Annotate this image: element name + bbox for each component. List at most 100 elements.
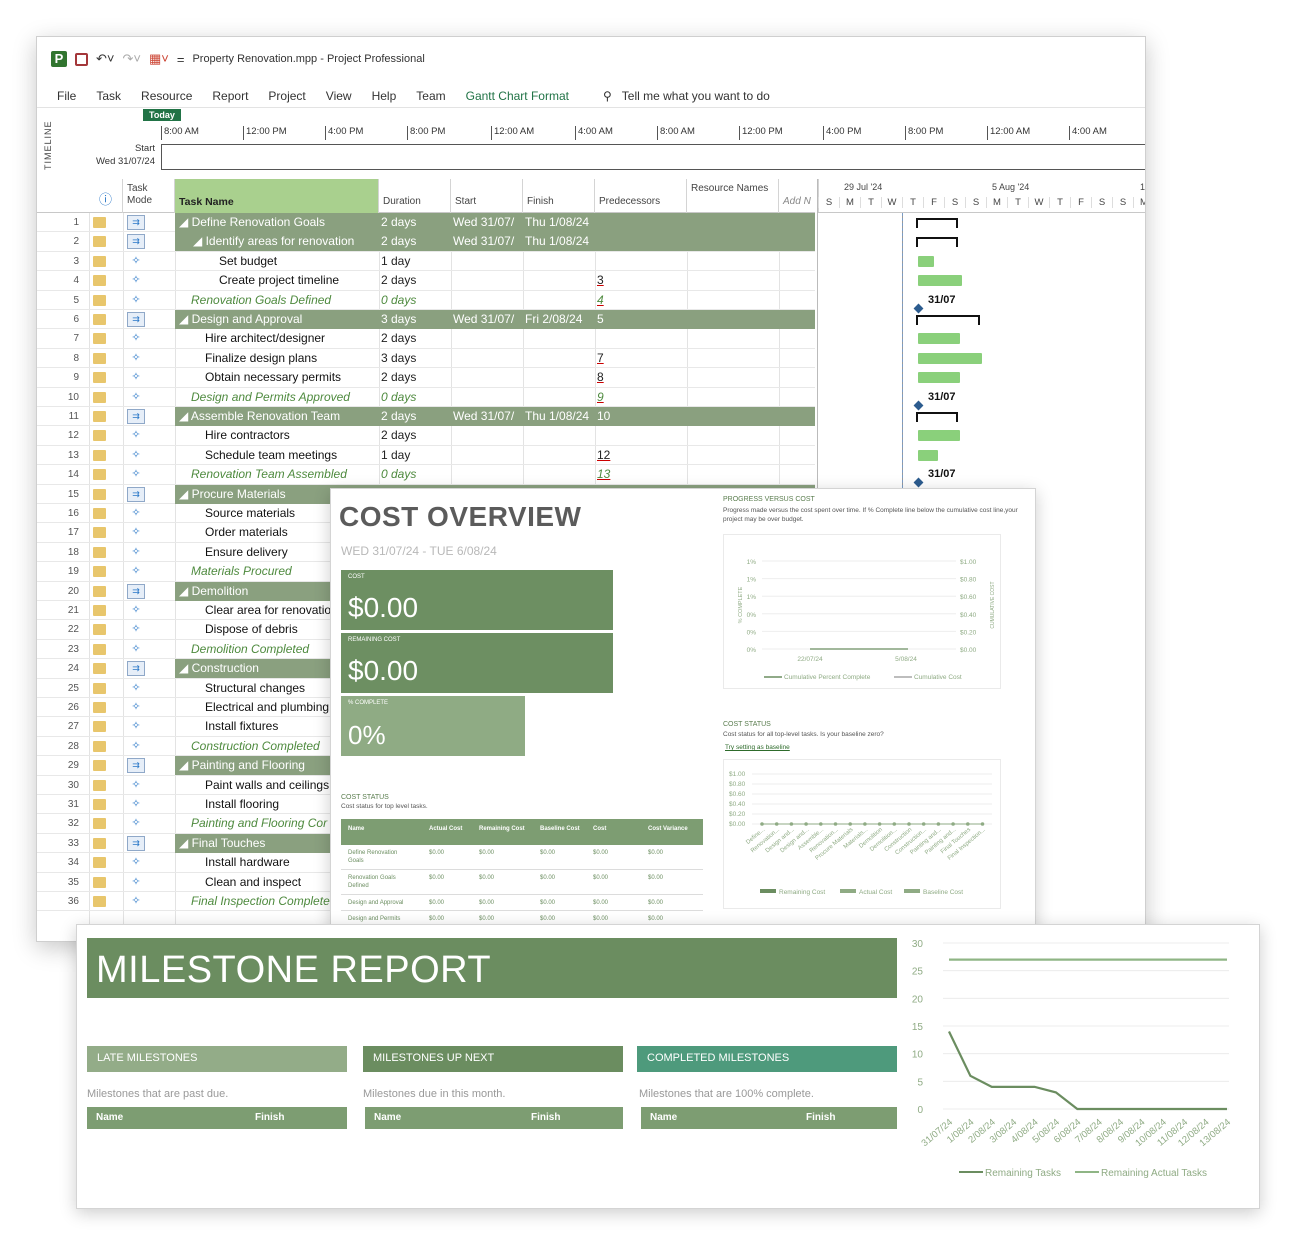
table-row[interactable]: 2 ⇉ ◢ Identify areas for renovation 2 days W…: [37, 232, 815, 252]
finish-cell[interactable]: [525, 368, 595, 387]
manual-task-icon[interactable]: ✧: [127, 853, 145, 872]
duration-cell[interactable]: 2 days: [381, 426, 451, 445]
duration-cell[interactable]: 3 days: [381, 310, 451, 329]
duration-cell[interactable]: 2 days: [381, 271, 451, 290]
duration-header[interactable]: Duration: [379, 179, 451, 213]
table-row[interactable]: 13 ✧ Schedule team meetings 1 day 12: [37, 446, 815, 466]
customize-icon[interactable]: =: [177, 52, 185, 67]
predecessors-header[interactable]: Predecessors: [595, 179, 687, 213]
duration-cell[interactable]: 0 days: [381, 291, 451, 310]
task-name-cell[interactable]: Renovation Goals Defined: [177, 291, 381, 310]
predecessors-cell[interactable]: 9: [597, 388, 627, 407]
task-name-cell[interactable]: Schedule team meetings: [177, 446, 381, 465]
manual-task-icon[interactable]: ✧: [127, 465, 145, 484]
finish-cell[interactable]: [525, 388, 595, 407]
predecessors-cell[interactable]: 13: [597, 465, 627, 484]
finish-cell[interactable]: [525, 426, 595, 445]
manual-task-icon[interactable]: ✧: [127, 620, 145, 639]
task-name-cell[interactable]: Create project timeline: [177, 271, 381, 290]
start-cell[interactable]: [453, 368, 523, 387]
tab-resource[interactable]: Resource: [141, 89, 192, 103]
start-cell[interactable]: [453, 271, 523, 290]
manual-task-icon[interactable]: ✧: [127, 291, 145, 310]
finish-cell[interactable]: [525, 349, 595, 368]
table-row[interactable]: 11 ⇉ ◢ Assemble Renovation Team 2 days Wed 3…: [37, 407, 815, 427]
task-name-cell[interactable]: Set budget: [177, 252, 381, 271]
predecessors-cell[interactable]: 10: [597, 407, 627, 426]
predecessors-cell[interactable]: 3: [597, 271, 627, 290]
manual-task-icon[interactable]: ✧: [127, 601, 145, 620]
predecessors-cell[interactable]: [597, 426, 627, 445]
tab-report[interactable]: Report: [212, 89, 248, 103]
start-cell[interactable]: [453, 446, 523, 465]
table-row[interactable]: 1 ⇉ ◢ Define Renovation Goals 2 days Wed 31/…: [37, 213, 815, 233]
auto-scheduled-icon[interactable]: ⇉: [127, 583, 145, 599]
predecessors-cell[interactable]: [597, 213, 627, 232]
predecessors-cell[interactable]: 12: [597, 446, 627, 465]
tab-team[interactable]: Team: [416, 89, 445, 103]
duration-cell[interactable]: 2 days: [381, 329, 451, 348]
task-name-cell[interactable]: Hire architect/designer: [177, 329, 381, 348]
manual-task-icon[interactable]: ✧: [127, 698, 145, 717]
manual-task-icon[interactable]: ✧: [127, 873, 145, 892]
finish-cell[interactable]: Fri 2/08/24: [525, 310, 595, 329]
manual-task-icon[interactable]: ✧: [127, 368, 145, 387]
save-icon[interactable]: [75, 52, 88, 66]
predecessors-cell[interactable]: 7: [597, 349, 627, 368]
duration-cell[interactable]: 0 days: [381, 388, 451, 407]
start-cell[interactable]: [453, 329, 523, 348]
manual-task-icon[interactable]: ✧: [127, 717, 145, 736]
add-column-header[interactable]: Add N: [779, 179, 819, 213]
undo-icon[interactable]: ↶˅: [96, 51, 114, 67]
finish-cell[interactable]: [525, 252, 595, 271]
start-cell[interactable]: [453, 388, 523, 407]
task-name-cell[interactable]: Hire contractors: [177, 426, 381, 445]
table-row[interactable]: 8 ✧ Finalize design plans 3 days 7: [37, 349, 815, 369]
start-cell[interactable]: Wed 31/07/: [453, 310, 523, 329]
predecessors-cell[interactable]: 8: [597, 368, 627, 387]
finish-cell[interactable]: Thu 1/08/24: [525, 407, 595, 426]
info-column-header[interactable]: ⓘ: [89, 179, 123, 213]
auto-scheduled-icon[interactable]: ⇉: [127, 486, 145, 502]
task-name-cell[interactable]: Finalize design plans: [177, 349, 381, 368]
auto-scheduled-icon[interactable]: ⇉: [127, 661, 145, 677]
manual-task-icon[interactable]: ✧: [127, 562, 145, 581]
tell-me-box[interactable]: Tell me what you want to do: [622, 89, 770, 103]
table-row[interactable]: 5 ✧ Renovation Goals Defined 0 days 4: [37, 291, 815, 310]
manual-task-icon[interactable]: ✧: [127, 271, 145, 290]
start-cell[interactable]: Wed 31/07/: [453, 407, 523, 426]
finish-cell[interactable]: [525, 291, 595, 310]
predecessors-cell[interactable]: [597, 329, 627, 348]
manual-task-icon[interactable]: ✧: [127, 543, 145, 562]
finish-cell[interactable]: [525, 271, 595, 290]
finish-cell[interactable]: Thu 1/08/24: [525, 232, 595, 251]
manual-task-icon[interactable]: ✧: [127, 446, 145, 465]
start-cell[interactable]: [453, 426, 523, 445]
manual-task-icon[interactable]: ✧: [127, 776, 145, 795]
task-mode-header[interactable]: Task Mode: [123, 179, 175, 213]
manual-task-icon[interactable]: ✧: [127, 795, 145, 814]
duration-cell[interactable]: 2 days: [381, 368, 451, 387]
manual-task-icon[interactable]: ✧: [127, 892, 145, 911]
finish-cell[interactable]: [525, 329, 595, 348]
auto-scheduled-icon[interactable]: ⇉: [127, 312, 145, 327]
predecessors-cell[interactable]: [597, 252, 627, 271]
manual-task-icon[interactable]: ✧: [127, 640, 145, 659]
start-cell[interactable]: [453, 349, 523, 368]
duration-cell[interactable]: 2 days: [381, 213, 451, 232]
auto-scheduled-icon[interactable]: ⇉: [127, 758, 145, 774]
predecessors-cell[interactable]: [597, 232, 627, 251]
duration-cell[interactable]: 2 days: [381, 407, 451, 426]
auto-scheduled-icon[interactable]: ⇉: [127, 234, 145, 250]
predecessors-cell[interactable]: 4: [597, 291, 627, 310]
task-name-cell[interactable]: Renovation Team Assembled: [177, 465, 381, 484]
manual-task-icon[interactable]: ✧: [127, 349, 145, 368]
finish-cell[interactable]: Thu 1/08/24: [525, 213, 595, 232]
duration-cell[interactable]: 1 day: [381, 252, 451, 271]
view-icon[interactable]: ▦˅: [149, 51, 169, 67]
duration-cell[interactable]: 3 days: [381, 349, 451, 368]
manual-task-icon[interactable]: ✧: [127, 523, 145, 542]
set-baseline-link[interactable]: Try setting as baseline: [725, 744, 790, 751]
search-icon[interactable]: ⚲: [603, 89, 612, 103]
task-name-cell[interactable]: ◢ Assemble Renovation Team: [177, 407, 381, 426]
